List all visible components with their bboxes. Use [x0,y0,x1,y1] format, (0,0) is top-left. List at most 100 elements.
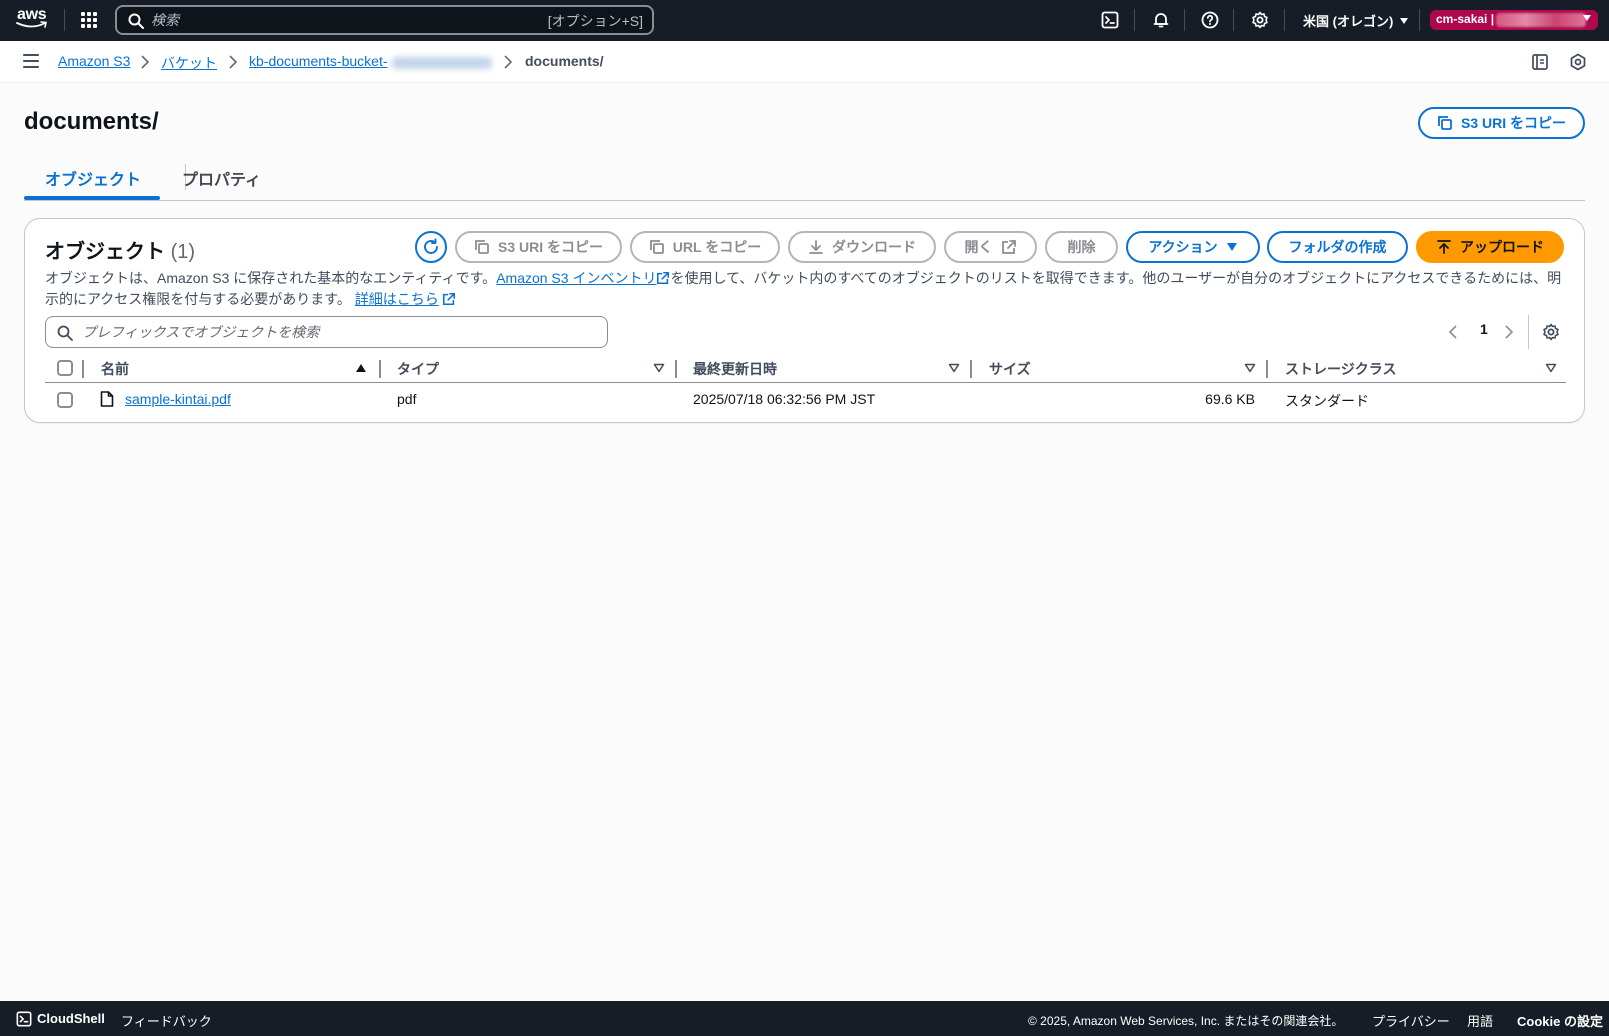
footer: CloudShell フィードバック © 2025, Amazon Web Se… [0,1001,1609,1036]
account-id-redacted [1496,13,1586,27]
bucket-suffix-redacted [392,57,492,69]
column-divider [675,360,677,378]
sort-icon[interactable] [1545,363,1557,373]
open-label: 開く [964,239,993,255]
copy-s3-uri-button[interactable]: S3 URI をコピー [455,231,622,263]
copy-url-button[interactable]: URL をコピー [630,231,780,263]
object-type-cell: pdf [397,391,417,407]
column-divider [82,360,84,378]
column-header-type[interactable]: タイプ [397,359,439,379]
column-header-storage-class[interactable]: ストレージクラス [1285,359,1396,379]
breadcrumb-bucket[interactable]: kb-documents-bucket- [249,53,388,69]
cloudshell-icon[interactable] [1100,10,1120,30]
table-header: 名前 タイプ 最終更新日時 サイズ ストレージクラス [45,353,1566,383]
search-shortcut-hint: [オプション+S] [547,13,643,29]
download-button[interactable]: ダウンロード [788,231,936,263]
aws-logo[interactable]: aws [16,6,50,34]
column-header-size[interactable]: サイズ [989,359,1031,379]
column-header-name[interactable]: 名前 [101,359,129,379]
external-link-icon [1001,240,1016,254]
footer-cookie-link[interactable]: Cookie の設定 [1517,1011,1603,1030]
sort-icon[interactable] [1244,363,1256,373]
chevron-right-icon [141,55,150,69]
hexagon-settings-icon[interactable] [1569,53,1587,71]
open-button[interactable]: 開く [944,231,1037,263]
object-name-link[interactable]: sample-kintai.pdf [125,391,231,407]
inventory-link[interactable]: Amazon S3 インベントリ [496,270,656,286]
page-number[interactable]: 1 [1480,321,1488,337]
pager-divider [1528,315,1529,349]
footer-terms-link[interactable]: 用語 [1467,1011,1493,1030]
copy-s3-uri-header-button[interactable]: S3 URI をコピー [1418,107,1585,139]
services-grid-icon[interactable] [81,12,97,28]
footer-copyright: © 2025, Amazon Web Services, Inc. またはその関… [1028,1014,1344,1028]
breadcrumb-buckets[interactable]: バケット [161,53,217,73]
region-selector[interactable]: 米国 (オレゴン) [1303,11,1409,30]
chevron-right-icon[interactable] [1504,325,1514,339]
delete-button[interactable]: 削除 [1045,231,1118,263]
column-divider [1266,360,1268,378]
upload-icon [1437,240,1451,254]
select-all-checkbox[interactable] [57,360,73,376]
column-divider [379,360,381,378]
caret-down-icon [1400,17,1409,24]
tab-properties[interactable]: プロパティ [182,166,261,190]
create-folder-label: フォルダの作成 [1288,239,1387,255]
upload-button[interactable]: アップロード [1416,231,1564,263]
footer-privacy-link[interactable]: プライバシー [1372,1011,1450,1030]
objects-panel-title: オブジェクト (1) [45,235,195,264]
aws-smile-icon [16,21,47,28]
side-panel-icon[interactable] [1531,53,1549,71]
footer-feedback-link[interactable]: フィードバック [121,1011,212,1030]
chevron-left-icon[interactable] [1448,325,1458,339]
chevron-right-icon [229,55,238,69]
caret-down-icon [1226,243,1237,251]
object-filter-input[interactable] [82,322,582,342]
account-menu[interactable]: cm-sakai | [1430,10,1598,30]
objects-panel: オブジェクト (1) S3 URI をコピー URL をコピー ダウンロード 開… [24,218,1585,423]
tab-objects[interactable]: オブジェクト [45,166,141,190]
nav-divider [1233,9,1234,31]
actions-label: アクション [1148,239,1218,255]
actions-dropdown[interactable]: アクション [1126,231,1260,263]
cloudshell-icon[interactable] [16,1011,32,1027]
refresh-button[interactable] [415,231,447,263]
object-name-cell[interactable]: sample-kintai.pdf [125,391,231,407]
sort-ascending-icon[interactable] [355,363,367,373]
download-icon [809,240,823,254]
global-search-input[interactable] [151,9,531,31]
settings-icon[interactable] [1250,10,1270,30]
caret-down-icon [1583,15,1591,21]
global-search[interactable]: [オプション+S] [115,5,654,35]
object-storage-class-cell: スタンダード [1285,393,1369,409]
account-name: cm-sakai | [1436,12,1495,26]
tab-bar: オブジェクト プロパティ [24,158,1585,201]
upload-label: アップロード [1460,239,1544,255]
top-navigation: aws [オプション+S] 米国 (オレゴン) cm-sakai | [0,0,1609,41]
nav-divider [1134,9,1135,31]
search-icon [57,325,73,341]
breadcrumb-amazon-s3[interactable]: Amazon S3 [58,53,130,69]
row-checkbox[interactable] [57,392,73,408]
bell-icon[interactable] [1151,10,1171,30]
menu-toggle-icon[interactable] [23,54,39,68]
nav-divider [1284,9,1285,31]
column-divider [970,360,972,378]
external-link-icon [657,271,670,285]
breadcrumb-current: documents/ [525,53,604,69]
learn-more-link[interactable]: 詳細はこちら [355,291,439,307]
column-header-last-modified[interactable]: 最終更新日時 [693,359,777,379]
help-icon[interactable] [1200,10,1220,30]
footer-cloudshell-link[interactable]: CloudShell [37,1011,105,1026]
object-filter[interactable] [45,316,608,348]
sort-icon[interactable] [948,363,960,373]
delete-label: 削除 [1067,239,1096,255]
copy-s3-uri-label: S3 URI をコピー [497,239,603,255]
object-size-cell: 69.6 KB [1205,391,1255,407]
objects-title-text: オブジェクト [45,241,165,263]
external-link-icon [442,292,455,306]
create-folder-button[interactable]: フォルダの作成 [1267,231,1408,263]
table-settings-icon[interactable] [1542,323,1560,341]
chevron-right-icon [504,55,513,69]
sort-icon[interactable] [653,363,665,373]
